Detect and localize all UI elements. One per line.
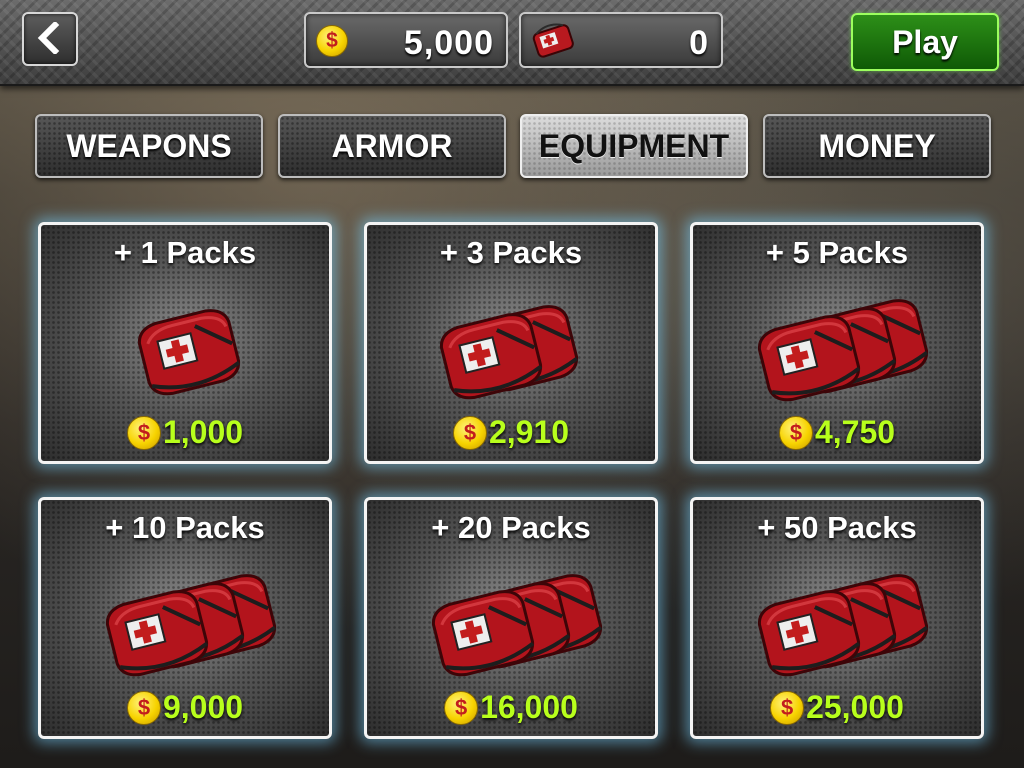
shop-item-10-packs[interactable]: + 10 Packs $9,000 (38, 497, 332, 739)
item-title: + 50 Packs (757, 510, 917, 545)
coin-icon: $ (316, 25, 348, 57)
price-value: 25,000 (806, 689, 904, 725)
price-value: 4,750 (814, 414, 896, 450)
tab-weapons[interactable]: WEAPONS (35, 114, 263, 178)
coin-icon: $ (126, 691, 161, 725)
medkit-icon (532, 23, 574, 58)
item-price: $9,000 (41, 689, 329, 726)
tab-equipment[interactable]: EQUIPMENT (520, 114, 748, 178)
medkit-value: 0 (689, 24, 709, 62)
coin-icon: $ (770, 691, 805, 725)
price-value: 2,910 (488, 414, 570, 450)
medkit-bag-icon (137, 309, 241, 396)
item-price: $4,750 (693, 414, 981, 451)
price-value: 16,000 (480, 689, 578, 725)
shop-item-1-packs[interactable]: + 1 Packs $1,000 (38, 222, 332, 464)
shop-item-3-packs[interactable]: + 3 Packs $2,910 (364, 222, 658, 464)
shop-item-5-packs[interactable]: + 5 Packs $4,750 (690, 222, 984, 464)
item-title: + 5 Packs (765, 235, 909, 270)
back-button[interactable] (22, 12, 78, 66)
medkit-bags-icon (757, 299, 929, 402)
coin-icon: $ (452, 416, 487, 450)
item-title: + 10 Packs (105, 510, 265, 545)
tab-money[interactable]: MONEY (763, 114, 991, 178)
price-value: 9,000 (162, 689, 244, 725)
money-counter: $ 5,000 (304, 12, 508, 68)
medkit-bags-icon (439, 305, 579, 400)
tab-armor[interactable]: ARMOR (278, 114, 506, 178)
coin-icon: $ (126, 416, 161, 450)
coin-icon: $ (778, 416, 813, 450)
item-title: + 3 Packs (439, 235, 583, 270)
medkit-counter: 0 (519, 12, 723, 68)
back-arrow-icon (37, 22, 60, 54)
top-bar: $ 5,000 0 Play (0, 0, 1024, 86)
medkit-bags-icon (105, 574, 277, 677)
item-price: $16,000 (367, 689, 655, 726)
item-title: + 20 Packs (431, 510, 591, 545)
item-price: $25,000 (693, 689, 981, 726)
shop-item-20-packs[interactable]: + 20 Packs $16,000 (364, 497, 658, 739)
medkit-bags-icon (757, 574, 929, 677)
price-value: 1,000 (162, 414, 244, 450)
shop-item-50-packs[interactable]: + 50 Packs $25,000 (690, 497, 984, 739)
item-title: + 1 Packs (113, 235, 257, 270)
coin-icon: $ (444, 691, 479, 725)
item-price: $1,000 (41, 414, 329, 451)
item-price: $2,910 (367, 414, 655, 451)
play-button[interactable]: Play (851, 13, 999, 71)
money-value: 5,000 (403, 24, 494, 62)
medkit-bags-icon (431, 574, 603, 677)
